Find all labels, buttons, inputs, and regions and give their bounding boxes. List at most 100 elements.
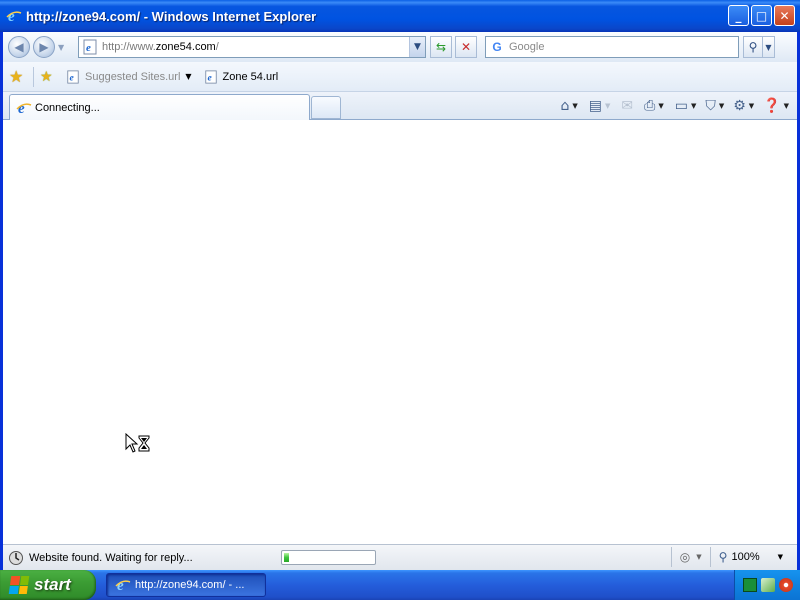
tools-icon: ⚙ — [733, 98, 746, 114]
chevron-down-icon: ▼ — [414, 42, 421, 52]
tray-security-icon[interactable] — [778, 578, 793, 592]
favorites-item-label: Zone 54.url — [222, 70, 279, 83]
chevron-down-icon[interactable]: ▼ — [778, 553, 783, 561]
mail-button[interactable]: ✉ — [621, 98, 633, 114]
protected-mode-button[interactable]: ◎ ▼ — [672, 550, 710, 564]
taskbar: start e http://zone94.com/ - ... — [0, 570, 800, 600]
search-box[interactable]: G Google — [485, 36, 739, 58]
chevron-down-icon[interactable]: ▼ — [719, 102, 724, 110]
command-bar: ⌂ ▼ ▤ ▼ ✉ ⎙ ▼ ▭ ▼ ⛉ ▼ ⚙ ▼ ❓ ▼ — [560, 95, 789, 117]
ie-logo-icon: e — [6, 8, 22, 24]
recent-pages-dropdown[interactable]: ▼ — [58, 43, 68, 52]
google-icon: G — [492, 40, 502, 54]
progress-bar — [281, 550, 376, 565]
favorites-item-zone54[interactable]: e Zone 54.url — [204, 69, 279, 84]
page-menu-button[interactable]: ▭ ▼ — [675, 98, 697, 114]
svg-text:e: e — [18, 101, 25, 116]
feeds-icon: ▤ — [588, 98, 602, 114]
tab-bar: e Connecting... ⌂ ▼ ▤ ▼ ✉ ⎙ ▼ ▭ ▼ ⛉ ▼ ⚙ ▼ ❓ ▼ — [3, 92, 797, 120]
window-title: http://zone94.com/ - Windows Internet Ex… — [26, 8, 317, 24]
refresh-icon: ⇆ — [435, 40, 447, 54]
maximize-icon: □ — [755, 8, 768, 23]
print-button[interactable]: ⎙ ▼ — [644, 98, 664, 114]
chevron-down-icon[interactable]: ▼ — [749, 102, 754, 110]
home-button[interactable]: ⌂ ▼ — [560, 98, 577, 114]
minimize-button[interactable]: _ — [728, 5, 749, 26]
address-bar[interactable]: e http://www.zone54.com/ ▼ — [78, 36, 426, 58]
ie-logo-icon: e — [16, 101, 32, 116]
help-icon: ❓ — [763, 98, 781, 114]
progress-fill — [284, 553, 289, 562]
globe-icon: ◎ — [679, 550, 691, 564]
chevron-down-icon[interactable]: ▼ — [185, 72, 191, 81]
feeds-button[interactable]: ▤ ▼ — [589, 98, 611, 114]
search-options-dropdown[interactable]: ▼ — [763, 36, 775, 58]
svg-text:e: e — [8, 9, 15, 24]
home-icon: ⌂ — [560, 98, 570, 114]
status-bar: Website found. Waiting for reply... ◎ ▼ ⚲… — [3, 544, 797, 570]
close-button[interactable]: ✕ — [774, 5, 795, 26]
refresh-button[interactable]: ⇆ — [430, 36, 452, 58]
loading-icon — [9, 550, 23, 565]
tools-menu-button[interactable]: ⚙ ▼ — [733, 98, 754, 114]
stop-button[interactable]: ✕ — [455, 36, 477, 58]
stop-icon: ✕ — [460, 40, 472, 54]
address-url[interactable]: http://www.zone54.com/ — [102, 41, 219, 53]
svg-text:e: e — [86, 42, 91, 54]
chevron-down-icon[interactable]: ▼ — [658, 102, 663, 110]
chevron-down-icon[interactable]: ▼ — [696, 553, 701, 561]
tray-app-icon[interactable] — [742, 578, 757, 592]
taskbar-item-label: http://zone94.com/ - ... — [135, 579, 245, 591]
busy-cursor-icon — [125, 433, 150, 453]
zoom-button[interactable]: ⚲ 100% ▼ — [711, 550, 791, 564]
windows-logo-icon — [8, 576, 30, 594]
chevron-down-icon[interactable]: ▼ — [572, 102, 577, 110]
chevron-down-icon[interactable]: ▼ — [784, 102, 789, 110]
chevron-down-icon[interactable]: ▼ — [691, 102, 696, 110]
title-bar[interactable]: e http://zone94.com/ - Windows Internet … — [0, 0, 800, 32]
tab-active[interactable]: e Connecting... — [9, 94, 310, 120]
navigation-bar: ◀ ▶ ▼ e http://www.zone54.com/ ▼ ⇆ ✕ G G… — [3, 32, 797, 62]
page-content[interactable] — [3, 121, 797, 544]
page-ie-icon: e — [83, 39, 97, 55]
page-ie-icon: e — [204, 69, 217, 84]
help-menu-button[interactable]: ❓ ▼ — [763, 98, 789, 114]
status-text: Website found. Waiting for reply... — [29, 551, 193, 564]
safety-menu-button[interactable]: ⛉ ▼ — [705, 98, 724, 114]
svg-text:e: e — [70, 72, 75, 83]
favorites-item-suggested-sites[interactable]: e Suggested Sites.url ▼ — [66, 69, 192, 84]
start-button[interactable]: start — [0, 570, 96, 600]
page-ie-icon: e — [67, 69, 79, 84]
tray-network-icon[interactable] — [760, 578, 775, 592]
ie-logo-icon: e — [115, 578, 131, 593]
system-tray — [734, 570, 800, 600]
favorites-separator — [33, 66, 34, 87]
magnifier-icon: ⚲ — [748, 40, 758, 54]
forward-button[interactable]: ▶ — [33, 36, 55, 58]
favorites-star-icon[interactable]: ★ — [9, 67, 27, 86]
start-label: start — [34, 575, 71, 594]
svg-text:e: e — [117, 578, 124, 593]
mail-icon: ✉ — [621, 98, 634, 114]
maximize-button[interactable]: □ — [751, 5, 772, 26]
back-button[interactable]: ◀ — [8, 36, 30, 58]
svg-text:e: e — [207, 72, 212, 83]
page-icon: ▭ — [674, 98, 688, 114]
tab-label: Connecting... — [35, 101, 100, 114]
safety-icon: ⛉ — [705, 98, 716, 114]
ie-window: e http://zone94.com/ - Windows Internet … — [0, 0, 800, 570]
close-icon: ✕ — [779, 8, 790, 23]
search-placeholder[interactable]: Google — [509, 41, 544, 53]
chevron-down-icon: ▼ — [604, 102, 611, 110]
print-icon: ⎙ — [644, 98, 656, 114]
search-button[interactable]: ⚲ — [743, 36, 763, 58]
new-tab-button[interactable] — [311, 96, 341, 119]
add-to-favorites-bar-icon[interactable]: ★ — [40, 69, 58, 85]
zoom-icon: ⚲ — [718, 550, 728, 564]
address-dropdown-button[interactable]: ▼ — [409, 37, 425, 57]
taskbar-item-ie[interactable]: e http://zone94.com/ - ... — [106, 573, 266, 597]
favorites-item-label: Suggested Sites.url — [85, 70, 181, 83]
zoom-level: 100% — [731, 551, 760, 563]
forward-arrow-icon: ▶ — [39, 40, 49, 54]
minimize-icon: _ — [735, 8, 742, 23]
